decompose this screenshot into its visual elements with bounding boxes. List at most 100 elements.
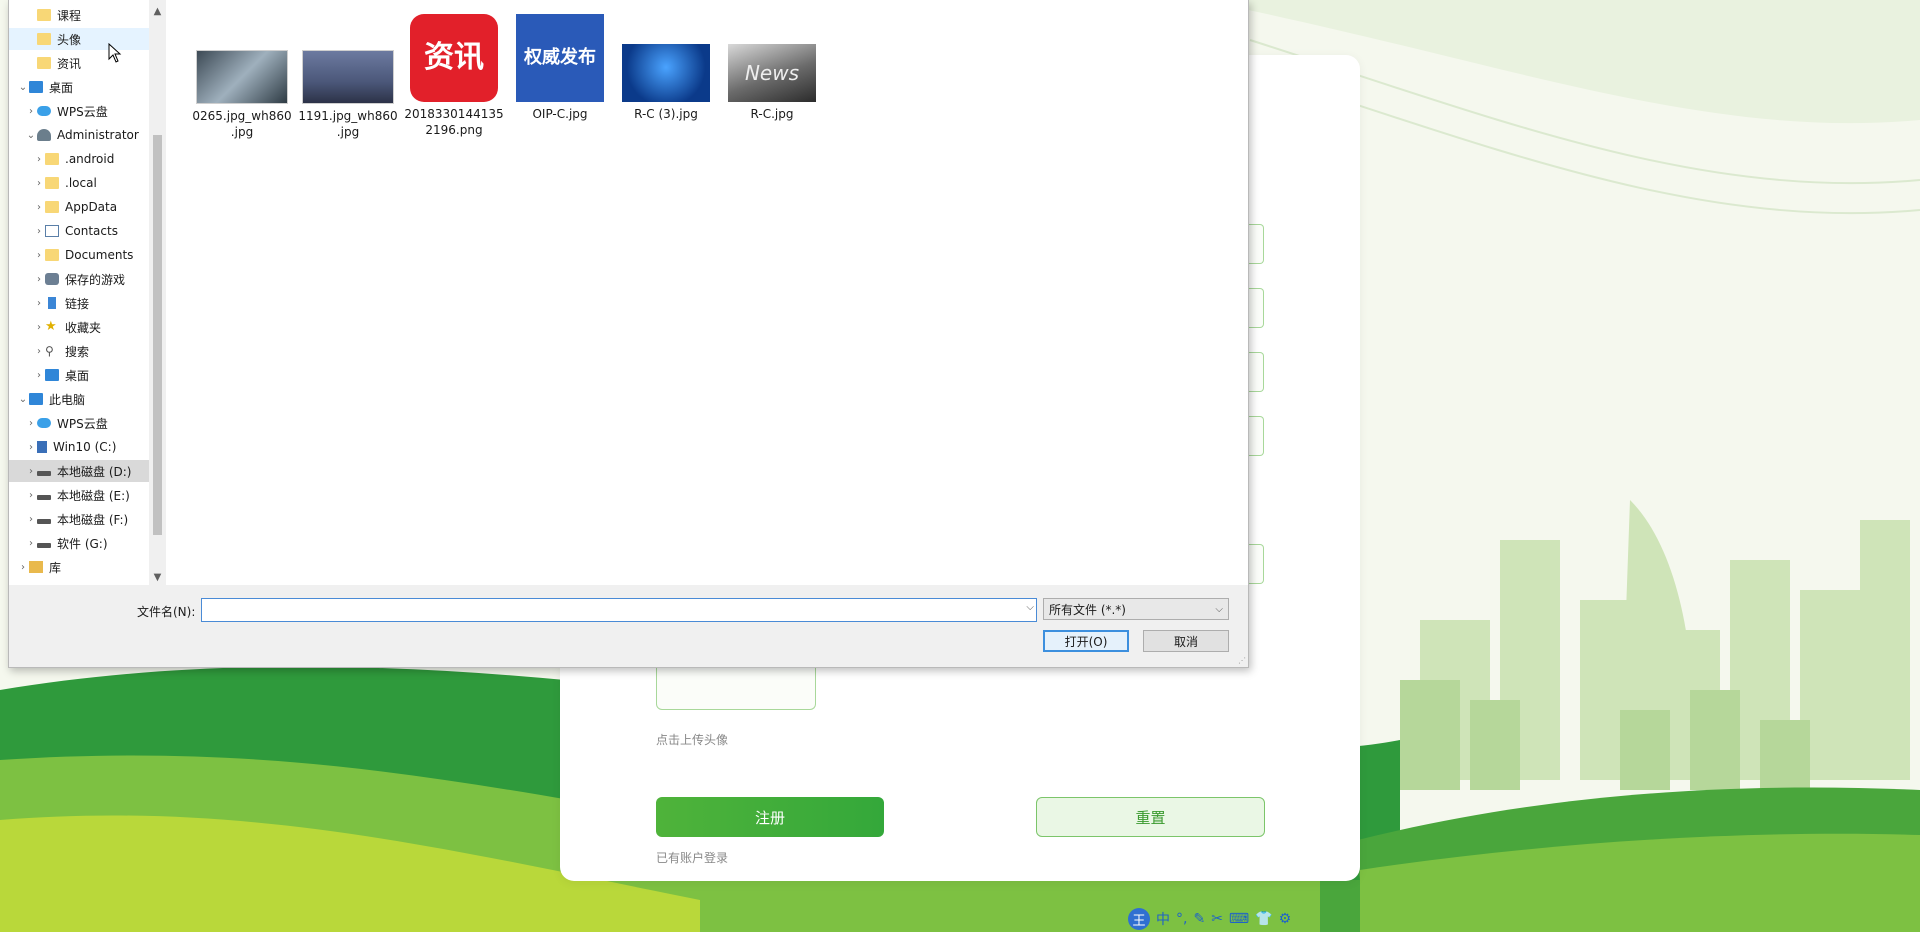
tree-item[interactable]: ⌄ Administrator — [9, 124, 149, 146]
chevron-right-icon[interactable]: › — [33, 274, 45, 285]
file-name: 2196.png — [425, 123, 483, 137]
tree-item[interactable]: 资讯 — [9, 52, 149, 74]
contacts-icon — [45, 225, 59, 237]
chevron-right-icon[interactable]: › — [25, 418, 37, 429]
scroll-thumb[interactable] — [153, 135, 162, 535]
filetype-select[interactable]: 所有文件 (*.*) ⌵ — [1043, 598, 1229, 620]
file-item[interactable]: R-C (3).jpg — [616, 44, 716, 122]
keyboard-icon[interactable]: ⌨ — [1229, 911, 1249, 927]
upload-hint: 点击上传头像 — [656, 733, 729, 747]
tree-item[interactable]: 课程 — [9, 4, 149, 26]
filename-label: 文件名(N): — [137, 605, 196, 619]
file-item[interactable]: 1191.jpg_wh860 .jpg — [298, 50, 398, 140]
file-open-dialog: 课程 头像 资讯 ⌄ 桌面 › WPS云盘 ⌄ Administrator › .android ›.… — [8, 0, 1249, 668]
chevron-right-icon[interactable]: › — [33, 202, 45, 213]
reset-button[interactable]: 重置 — [1036, 797, 1265, 837]
tree-item-label: 本地磁盘 (F:) — [57, 512, 129, 527]
pen-icon[interactable]: ✎ — [1193, 911, 1205, 927]
tree-item-label: AppData — [65, 200, 118, 214]
chevron-right-icon[interactable]: › — [25, 538, 37, 549]
chevron-right-icon[interactable]: › — [33, 370, 45, 381]
cancel-button[interactable]: 取消 — [1143, 630, 1229, 652]
chevron-right-icon[interactable]: › — [25, 442, 37, 453]
tree-item[interactable]: › 软件 (G:) — [9, 532, 149, 554]
chevron-right-icon[interactable]: › — [25, 490, 37, 501]
tree-item-label: 链接 — [65, 296, 90, 311]
tree-item[interactable]: › Documents — [9, 244, 149, 266]
ime-mode[interactable]: 中 — [1156, 909, 1170, 929]
chevron-down-icon[interactable]: ⌄ — [17, 82, 29, 93]
tree-item-label: Win10 (C:) — [53, 440, 117, 454]
chevron-right-icon[interactable]: › — [25, 514, 37, 525]
chevron-right-icon[interactable]: › — [25, 106, 37, 117]
tree-item[interactable]: › AppData — [9, 196, 149, 218]
chevron-right-icon[interactable]: › — [33, 226, 45, 237]
tree-scrollbar[interactable]: ▲ ▼ — [149, 0, 166, 585]
chevron-right-icon[interactable]: › — [33, 154, 45, 165]
cloud-icon — [37, 418, 51, 428]
login-link[interactable]: 已有账户登录 — [656, 849, 728, 866]
tree-item[interactable]: › ★ 收藏夹 — [9, 316, 149, 338]
tree-item[interactable]: › 本地磁盘 (F:) — [9, 508, 149, 530]
register-button[interactable]: 注册 — [656, 797, 884, 837]
file-name: 1191.jpg_wh860 — [298, 109, 398, 123]
file-item[interactable]: News R-C.jpg — [722, 44, 822, 122]
chevron-down-icon[interactable]: ⌵ — [1026, 602, 1034, 613]
skin-icon[interactable]: 👕 — [1255, 911, 1272, 927]
open-button[interactable]: 打开(O) — [1043, 630, 1129, 652]
tree-item[interactable]: › WPS云盘 — [9, 100, 149, 122]
scissors-icon[interactable]: ✂ — [1211, 911, 1223, 927]
star-icon: ★ — [45, 319, 57, 334]
scroll-down-icon[interactable]: ▼ — [149, 570, 166, 586]
link-icon — [48, 297, 56, 309]
file-name: .jpg — [230, 125, 254, 139]
punctuation-icon[interactable]: °, — [1176, 911, 1187, 927]
tree-item[interactable]: 头像 — [9, 28, 149, 50]
file-item[interactable]: 权威发布 OIP-C.jpg — [510, 14, 610, 122]
tree-item[interactable]: › 库 — [9, 556, 149, 578]
tree-item[interactable]: ⌄ 此电脑 — [9, 388, 149, 410]
chevron-right-icon[interactable]: › — [25, 466, 37, 477]
chevron-right-icon[interactable]: › — [33, 322, 45, 333]
tree-item[interactable]: › 链接 — [9, 292, 149, 314]
tree-item[interactable]: ⌄ 桌面 — [9, 76, 149, 98]
tree-item[interactable]: › 桌面 — [9, 364, 149, 386]
tree-item-label: Contacts — [65, 224, 118, 238]
tree-item[interactable]: › Contacts — [9, 220, 149, 242]
tree-item[interactable]: › WPS云盘 — [9, 412, 149, 434]
filetype-value: 所有文件 (*.*) — [1049, 603, 1126, 617]
chevron-down-icon[interactable]: ⌵ — [1215, 599, 1223, 621]
chevron-down-icon[interactable]: ⌄ — [25, 130, 37, 141]
tree-item-label: 此电脑 — [49, 392, 86, 407]
cloud-icon — [37, 106, 51, 116]
tree-item[interactable]: › 保存的游戏 — [9, 268, 149, 290]
chevron-down-icon[interactable]: ⌄ — [17, 394, 29, 405]
file-name: R-C.jpg — [750, 107, 794, 121]
file-item[interactable]: 0265.jpg_wh860 .jpg — [192, 50, 292, 140]
scroll-up-icon[interactable]: ▲ — [149, 4, 166, 20]
filename-combo[interactable]: ⌵ — [201, 598, 1037, 622]
ime-logo[interactable]: 王 — [1128, 908, 1150, 930]
network-drive-icon — [37, 441, 47, 453]
chevron-right-icon[interactable]: › — [33, 178, 45, 189]
image-thumbnail: 资讯 — [410, 14, 498, 102]
chevron-right-icon[interactable]: › — [33, 346, 45, 357]
tree-item[interactable]: › 本地磁盘 (E:) — [9, 484, 149, 506]
gear-icon[interactable]: ⚙ — [1279, 911, 1292, 927]
image-thumbnail — [196, 50, 288, 104]
library-icon — [29, 561, 43, 573]
tree-item[interactable]: › .local — [9, 172, 149, 194]
tree-item[interactable]: › 本地磁盘 (D:) — [9, 460, 149, 482]
chevron-right-icon[interactable]: › — [33, 298, 45, 309]
folder-icon — [45, 249, 59, 261]
filename-input[interactable] — [202, 600, 1010, 620]
tree-item-label: 软件 (G:) — [57, 536, 108, 551]
tree-item[interactable]: › .android — [9, 148, 149, 170]
tree-item[interactable]: › ⚲ 搜索 — [9, 340, 149, 362]
chevron-right-icon[interactable]: › — [17, 562, 29, 573]
tree-item[interactable]: › Win10 (C:) — [9, 436, 149, 458]
resize-grip-icon[interactable]: ⋰ — [1238, 656, 1246, 665]
chevron-right-icon[interactable]: › — [33, 250, 45, 261]
drive-icon — [37, 518, 51, 524]
file-item[interactable]: 资讯 2018330144135 2196.png — [404, 14, 504, 138]
